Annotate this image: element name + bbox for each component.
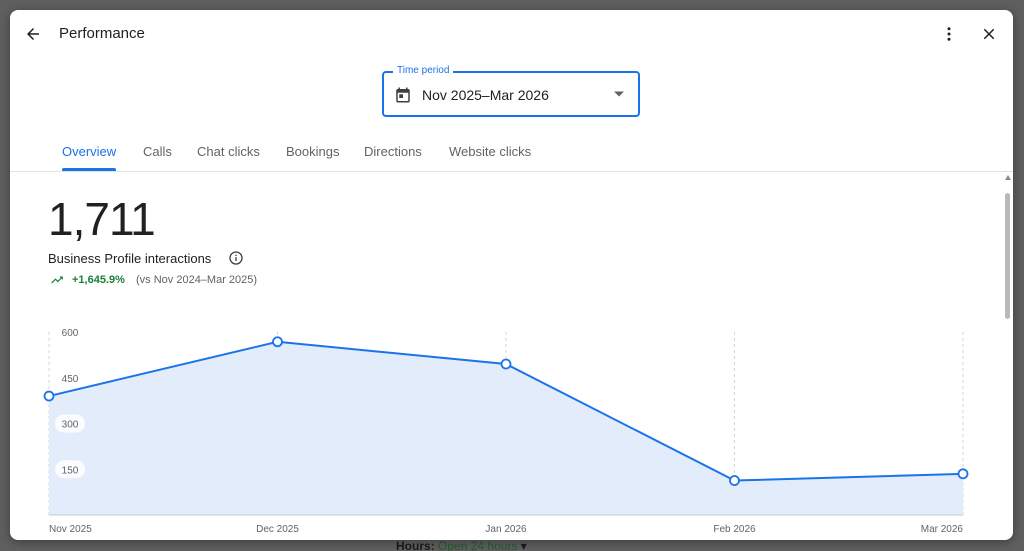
y-tick-label: 300 [62,420,79,431]
y-tick-label: 450 [62,374,79,385]
data-point [43,390,55,402]
x-tick-label: Nov 2025 [49,524,92,535]
active-tab-indicator [62,168,116,171]
close-button[interactable] [976,21,1002,47]
data-point [500,358,512,370]
interactions-chart: 600 450 300 150 Nov 2025 Dec 2025 Jan 2026 Feb … [43,328,969,535]
info-icon[interactable] [228,250,244,266]
tab-directions[interactable]: Directions [364,144,422,159]
dialog-header: Performance [10,10,1013,58]
metric-label: Business Profile interactions [48,251,212,266]
data-point [957,468,969,480]
hours-label: Hours: [396,539,435,551]
data-point [272,336,283,348]
scroll-up-arrow[interactable] [1005,175,1011,180]
change-compare: (vs Nov 2024–Mar 2025) [136,274,258,286]
tab-calls[interactable]: Calls [143,144,172,159]
tab-chat-clicks[interactable]: Chat clicks [197,144,260,159]
y-tick-label: 600 [62,328,79,339]
metric-value: 1,711 [48,193,156,245]
trending-up-icon [51,276,63,284]
change-value: +1,645.9% [72,274,125,286]
data-point [729,475,740,486]
back-button[interactable] [20,21,46,47]
time-period-value: Nov 2025–Mar 2026 [422,87,549,103]
time-period-dropdown[interactable]: Time period Nov 2025–Mar 2026 [382,65,640,117]
calendar-icon [396,87,410,103]
close-icon [983,28,995,40]
x-tick-label: Mar 2026 [921,524,964,535]
tab-bar: Overview Calls Chat clicks Bookings Dire… [10,134,1013,172]
more-vert-icon [947,27,951,41]
scrollbar-thumb[interactable] [1005,193,1010,319]
x-tick-label: Dec 2025 [256,524,299,535]
hours-value: Open 24 hours [438,539,518,551]
time-period-label: Time period [393,65,454,76]
tab-bookings[interactable]: Bookings [286,144,339,159]
dialog-title: Performance [59,25,145,42]
hours-caret-icon: ▾ [520,539,527,551]
dropdown-caret-icon [614,91,624,97]
tab-website-clicks[interactable]: Website clicks [449,144,531,159]
y-tick-label: 150 [62,465,79,476]
backdrop-hours: Hours: Open 24 hours ▾ [396,539,527,551]
back-arrow-icon [27,28,39,40]
x-tick-label: Jan 2026 [485,524,527,535]
x-tick-label: Feb 2026 [713,524,756,535]
performance-dialog: Performance Time period Nov 2025–Mar 202… [10,10,1013,540]
more-options-button[interactable] [936,21,962,47]
tab-overview[interactable]: Overview [62,144,116,159]
